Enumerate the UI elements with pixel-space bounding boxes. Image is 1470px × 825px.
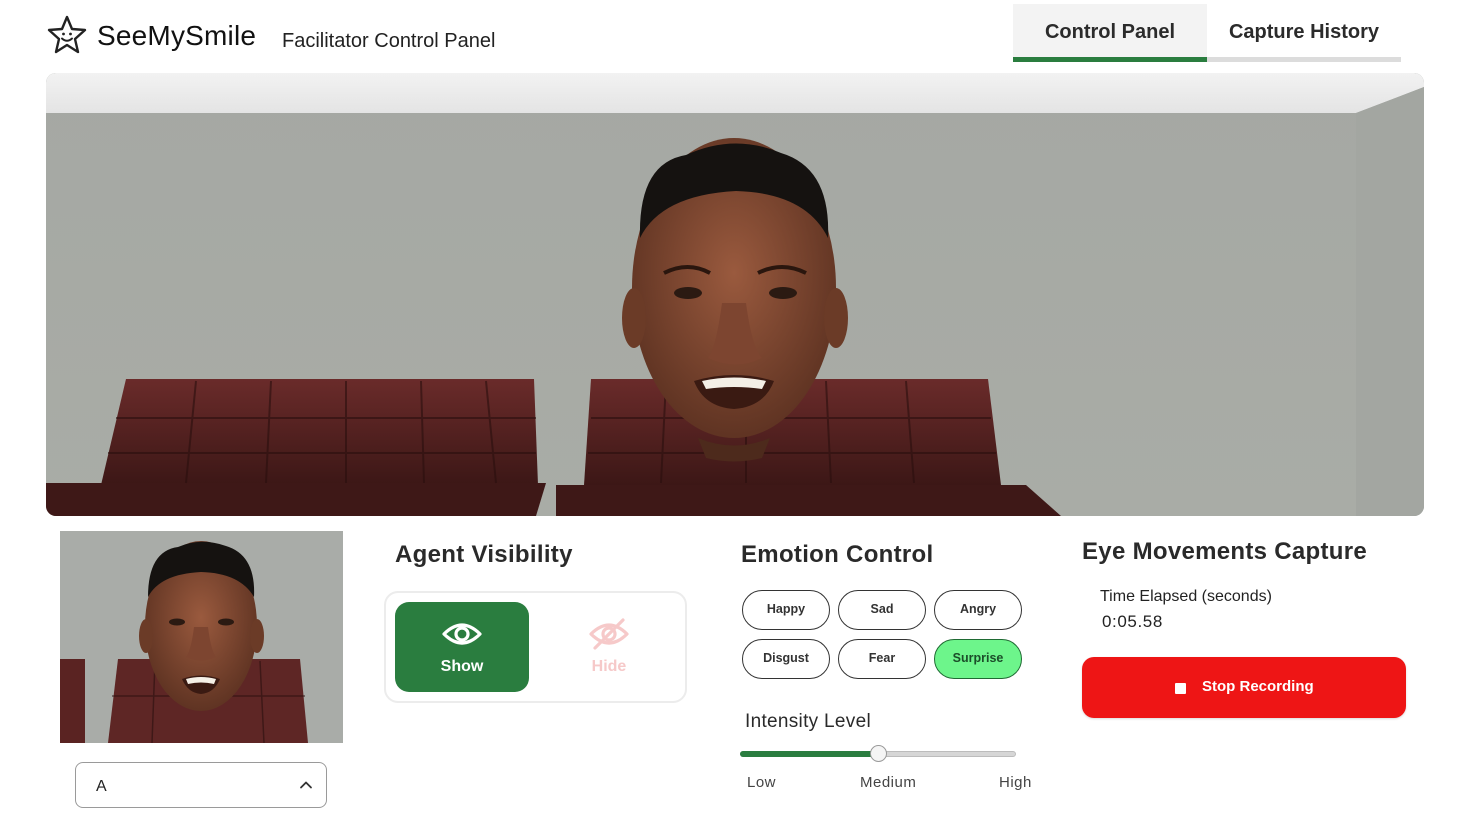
emotion-angry-button[interactable]: Angry: [934, 590, 1022, 630]
intensity-low-label: Low: [747, 774, 777, 791]
agent-select-value: A: [96, 778, 107, 795]
chevron-up-icon: [300, 781, 312, 789]
brand-name: SeeMySmile: [97, 20, 257, 51]
preview-render: [60, 531, 343, 743]
emotion-control-title: Emotion Control: [741, 541, 934, 568]
stop-recording-button[interactable]: Stop Recording: [1082, 657, 1406, 718]
tab-control-panel[interactable]: Control Panel: [1013, 4, 1207, 62]
eye-off-icon: [589, 618, 629, 650]
emotion-sad-button[interactable]: Sad: [838, 590, 926, 630]
agent-visibility-title: Agent Visibility: [395, 541, 573, 568]
show-agent-button[interactable]: Show: [395, 602, 529, 692]
tab-bar: Control Panel Capture History: [1013, 4, 1401, 62]
intensity-high-label: High: [999, 774, 1032, 791]
hide-label: Hide: [591, 658, 627, 675]
agent-preview-thumbnail: [60, 531, 343, 743]
intensity-level-title: Intensity Level: [745, 711, 871, 732]
emotion-fear-button[interactable]: Fear: [838, 639, 926, 679]
stop-recording-label: Stop Recording: [1202, 678, 1314, 695]
app-header: SeeMySmile Facilitator Control Panel Con…: [0, 0, 1470, 72]
page-subtitle: Facilitator Control Panel: [282, 30, 496, 52]
show-label: Show: [440, 658, 484, 675]
emotion-disgust-button[interactable]: Disgust: [742, 639, 830, 679]
scene-render: [46, 73, 1424, 516]
tab-capture-history[interactable]: Capture History: [1207, 4, 1401, 62]
hide-agent-button[interactable]: Hide: [542, 602, 676, 692]
star-smile-icon: [47, 15, 87, 54]
time-elapsed-label: Time Elapsed (seconds): [1100, 588, 1272, 605]
intensity-medium-label: Medium: [860, 774, 917, 791]
emotion-happy-button[interactable]: Happy: [742, 590, 830, 630]
eye-icon: [442, 623, 482, 645]
avatar-scene: [46, 73, 1424, 516]
agent-select[interactable]: A: [75, 762, 327, 808]
intensity-slider-fill: [740, 751, 878, 757]
eye-capture-title: Eye Movements Capture: [1082, 538, 1368, 565]
time-elapsed-value: 0:05.58: [1102, 612, 1163, 631]
intensity-slider-thumb[interactable]: [869, 745, 887, 762]
stop-icon: [1175, 683, 1186, 694]
emotion-surprise-button[interactable]: Surprise: [934, 639, 1022, 679]
